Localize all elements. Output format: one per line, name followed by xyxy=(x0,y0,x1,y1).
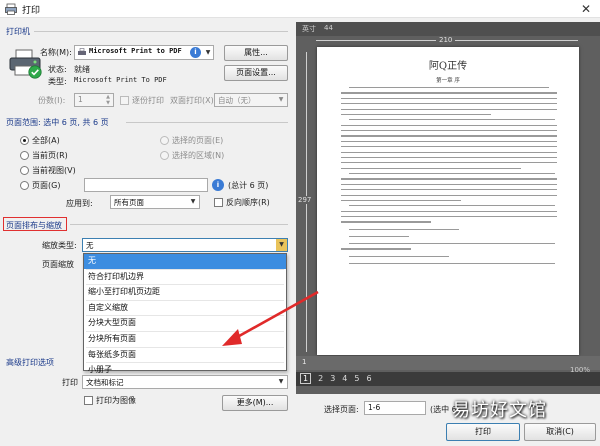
duplex-chevron-icon[interactable]: ▼ xyxy=(276,94,286,106)
scale-option-fit-printer[interactable]: 符合打印机边界 xyxy=(84,270,286,285)
apply-to-value: 所有页面 xyxy=(114,198,144,207)
print-as-image-checkbox[interactable] xyxy=(84,396,93,405)
scale-option-tile-large[interactable]: 分块大型页面 xyxy=(84,316,286,331)
page-range-group-label: 页面范围: 选中 6 页, 共 6 页 xyxy=(6,118,109,127)
print-what-chevron-icon[interactable]: ▼ xyxy=(276,376,286,388)
page-tab[interactable]: 2 xyxy=(318,374,323,383)
preview-status-bar xyxy=(296,356,600,370)
type-label: 类型: xyxy=(48,77,67,86)
scale-option-tile-all[interactable]: 分块所有页面 xyxy=(84,332,286,347)
copies-label: 份数(I): xyxy=(38,96,66,105)
chevron-down-icon[interactable]: ▼ xyxy=(203,46,213,59)
range-selected-area-radio[interactable] xyxy=(160,151,169,160)
document-text-block xyxy=(341,87,557,268)
type-value: Microsoft Print To PDF xyxy=(74,76,167,84)
scale-type-chevron-icon[interactable]: ▼ xyxy=(276,239,287,251)
page-scale-label: 页面缩放 xyxy=(42,260,74,269)
top-ruler xyxy=(296,22,600,36)
select-pages-label: 选择页面: xyxy=(324,405,359,414)
close-window-button[interactable]: ✕ xyxy=(574,1,598,17)
scale-type-select[interactable]: 无 xyxy=(82,238,288,252)
info-icon[interactable]: i xyxy=(190,47,201,58)
page-number-tabs: 123456 xyxy=(300,373,379,384)
bottom-left-value: 1 xyxy=(302,358,307,366)
properties-button[interactable]: 属性... xyxy=(224,45,288,61)
range-current-view-radio[interactable] xyxy=(20,166,29,175)
print-what-label: 打印 xyxy=(62,378,78,387)
more-options-button[interactable]: 更多(M)... xyxy=(222,395,288,411)
preview-page: 阿Q正传 第一章 序 xyxy=(317,47,579,355)
copies-value: 1 xyxy=(78,95,83,104)
printer-name-label: 名称(M): xyxy=(40,48,72,57)
layout-group-label: 页面排布与缩放 xyxy=(6,221,62,230)
scale-option-shrink-margins[interactable]: 缩小至打印机页边距 xyxy=(84,285,286,300)
apply-to-chevron-icon[interactable]: ▼ xyxy=(188,196,198,208)
copies-spinner[interactable]: ▲ ▼ xyxy=(104,94,112,106)
print-dialog: 打印机 名称(M): Microsoft Print to PDF i ▼ 属性… xyxy=(0,18,600,446)
page-setup-button[interactable]: 页面设置... xyxy=(224,65,288,81)
duplex-label: 双面打印(X) xyxy=(170,96,214,105)
advanced-group-label: 高级打印选项 xyxy=(6,358,54,367)
print-button[interactable]: 打印 xyxy=(446,423,520,441)
units-label: 英寸 xyxy=(302,25,316,33)
scale-type-label: 缩放类型: xyxy=(42,241,77,250)
range-current-view-label: 当前视图(V) xyxy=(32,166,76,175)
duplex-value: 自动（无） xyxy=(218,96,256,105)
page-range-divider xyxy=(126,122,288,123)
scale-type-dropdown: 无 符合打印机边界 缩小至打印机页边距 自定义缩放 分块大型页面 分块所有页面 … xyxy=(83,253,287,374)
scale-option-multiple-pages[interactable]: 每张纸多页面 xyxy=(84,348,286,363)
top-ruler-value: 44 xyxy=(324,24,333,32)
page-tab[interactable]: 6 xyxy=(366,374,371,383)
print-as-image-label: 打印为图像 xyxy=(96,396,136,405)
document-title: 阿Q正传 xyxy=(428,61,468,72)
total-pages-label: (总计 6 页) xyxy=(228,181,269,190)
range-current-page-radio[interactable] xyxy=(20,151,29,160)
title-bar: 打印 ✕ xyxy=(0,0,600,18)
apply-to-label: 应用到: xyxy=(66,199,93,208)
layout-group-divider xyxy=(70,224,288,225)
range-selected-pages-label: 选择的页面(E) xyxy=(172,136,224,145)
scale-option-none[interactable]: 无 xyxy=(84,254,286,269)
document-chapter: 第一章 序 xyxy=(436,78,460,84)
apply-to-select[interactable]: 所有页面 xyxy=(110,195,200,209)
scale-option-custom[interactable]: 自定义缩放 xyxy=(84,301,286,316)
printer-group-label: 打印机 xyxy=(6,27,30,36)
page-height-value: 297 xyxy=(298,196,312,204)
pages-input[interactable] xyxy=(84,178,208,192)
printer-name-value: Microsoft Print to PDF xyxy=(89,47,182,55)
range-pages-radio[interactable] xyxy=(20,181,29,190)
page-width-value: 210 xyxy=(436,36,456,44)
select-pages-value: 1-6 xyxy=(368,403,381,412)
select-pages-input[interactable]: 1-6 xyxy=(364,401,426,415)
reverse-order-checkbox[interactable] xyxy=(214,198,223,207)
page-tab[interactable]: 4 xyxy=(342,374,347,383)
status-label: 状态: xyxy=(48,65,67,74)
ready-check-icon xyxy=(28,65,42,79)
status-value: 就绪 xyxy=(74,65,90,74)
window-title: 打印 xyxy=(22,6,41,16)
page-tab[interactable]: 1 xyxy=(300,373,312,384)
small-printer-icon xyxy=(78,48,86,55)
pages-info-icon[interactable]: i xyxy=(212,179,224,191)
range-current-page-label: 当前页(R) xyxy=(32,151,68,160)
print-app-icon xyxy=(5,3,17,15)
print-what-value: 文档和标记 xyxy=(86,378,124,387)
range-all-label: 全部(A) xyxy=(32,136,60,145)
collate-label: 逐份打印 xyxy=(132,96,164,105)
page-tab[interactable]: 5 xyxy=(354,374,359,383)
range-selected-area-label: 选择的区域(N) xyxy=(172,151,225,160)
range-selected-pages-radio[interactable] xyxy=(160,136,169,145)
collate-checkbox[interactable] xyxy=(120,96,129,105)
scale-type-value: 无 xyxy=(86,241,94,250)
printer-group-divider xyxy=(34,31,288,32)
reverse-order-label: 反向顺序(R) xyxy=(226,198,270,207)
print-preview: 英寸 44 210 297 阿Q正传 第一章 序 1 100% 1 2 3 4 … xyxy=(296,22,600,394)
range-pages-label: 页面(G) xyxy=(32,181,61,190)
watermark-text: 易坊好文馆 xyxy=(452,400,547,421)
page-tab[interactable]: 3 xyxy=(330,374,335,383)
print-what-select[interactable]: 文档和标记 xyxy=(82,375,288,389)
range-all-radio[interactable] xyxy=(20,136,29,145)
cancel-button[interactable]: 取消(C) xyxy=(524,423,596,441)
